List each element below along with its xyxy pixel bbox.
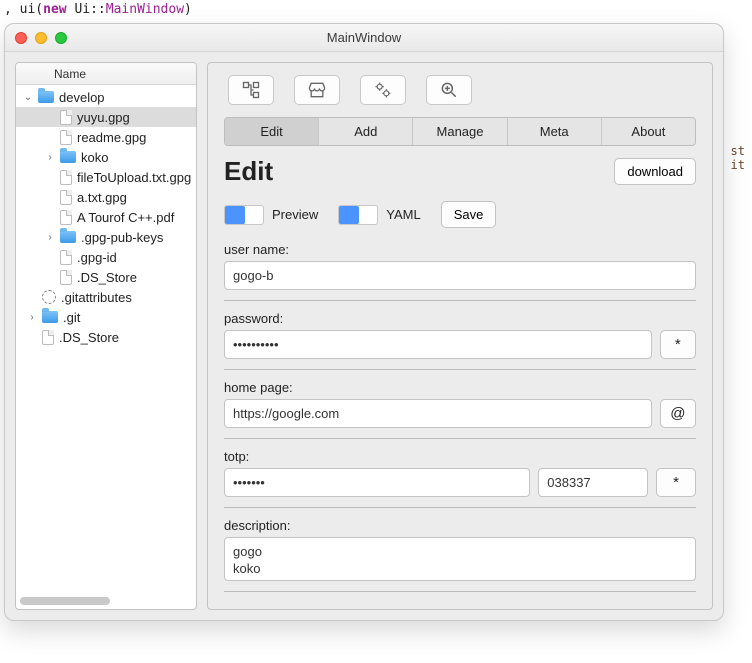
editor-code-line: , ui(new Ui::MainWindow) — [0, 0, 752, 19]
main-window: MainWindow Name ⌄ develop yuyu.gpg — [4, 23, 724, 621]
username-label: user name: — [224, 242, 696, 257]
file-icon — [42, 330, 54, 345]
divider — [224, 300, 696, 301]
divider — [224, 369, 696, 370]
search-icon — [439, 80, 459, 100]
page-title: Edit — [224, 156, 273, 187]
username-input[interactable] — [224, 261, 696, 290]
tree-file[interactable]: .DS_Store — [16, 267, 196, 287]
description-input[interactable]: gogo koko — [224, 537, 696, 581]
totp-label: totp: — [224, 449, 696, 464]
folder-icon — [38, 91, 54, 103]
file-icon — [60, 110, 72, 125]
tree-file[interactable]: A Tourof C++.pdf — [16, 207, 196, 227]
totp-secret-input[interactable] — [224, 468, 530, 497]
folder-icon — [60, 151, 76, 163]
folder-icon — [60, 231, 76, 243]
file-icon — [60, 130, 72, 145]
divider — [224, 438, 696, 439]
chevron-down-icon[interactable]: ⌄ — [22, 92, 34, 103]
file-tree[interactable]: ⌄ develop yuyu.gpg readme.gpg — [16, 85, 196, 347]
yaml-toggle-label: YAML — [386, 207, 420, 222]
tab-bar: Edit Add Manage Meta About — [224, 117, 696, 146]
gear-icon — [42, 290, 56, 304]
password-label: password: — [224, 311, 696, 326]
toolbar-search-button[interactable] — [426, 75, 472, 105]
zoom-window-icon[interactable] — [55, 32, 67, 44]
totp-reveal-button[interactable]: * — [656, 468, 696, 497]
main-panel: Edit Add Manage Meta About Edit download… — [207, 62, 713, 610]
tree-header-name[interactable]: Name — [16, 63, 196, 85]
tree-folder[interactable]: › koko — [16, 147, 196, 167]
file-icon — [60, 190, 72, 205]
homepage-input[interactable] — [224, 399, 652, 428]
save-button[interactable]: Save — [441, 201, 497, 228]
tree-file[interactable]: yuyu.gpg — [16, 107, 196, 127]
divider — [224, 591, 696, 592]
file-icon — [60, 270, 72, 285]
tree-file[interactable]: .DS_Store — [16, 327, 196, 347]
password-reveal-button[interactable]: * — [660, 330, 696, 359]
password-input[interactable] — [224, 330, 652, 359]
titlebar[interactable]: MainWindow — [5, 24, 723, 52]
divider — [224, 507, 696, 508]
file-icon — [60, 250, 72, 265]
tree-folder[interactable]: › .git — [16, 307, 196, 327]
chevron-right-icon[interactable]: › — [44, 232, 56, 243]
tree-file[interactable]: .gpg-id — [16, 247, 196, 267]
store-icon — [307, 80, 327, 100]
toolbar-settings-button[interactable] — [360, 75, 406, 105]
tab-meta[interactable]: Meta — [508, 118, 602, 145]
folder-icon — [42, 311, 58, 323]
tab-add[interactable]: Add — [319, 118, 413, 145]
toolbar — [224, 75, 696, 105]
tree-file[interactable]: a.txt.gpg — [16, 187, 196, 207]
tab-edit[interactable]: Edit — [225, 118, 319, 145]
toolbar-store-button[interactable] — [294, 75, 340, 105]
gears-icon — [373, 80, 393, 100]
tree-file[interactable]: fileToUpload.txt.gpg — [16, 167, 196, 187]
preview-toggle-label: Preview — [272, 207, 318, 222]
close-icon[interactable] — [15, 32, 27, 44]
minimize-icon[interactable] — [35, 32, 47, 44]
download-button[interactable]: download — [614, 158, 696, 185]
tree-file[interactable]: readme.gpg — [16, 127, 196, 147]
file-icon — [60, 170, 72, 185]
tree-folder-develop[interactable]: ⌄ develop — [16, 87, 196, 107]
yaml-toggle[interactable] — [338, 205, 378, 225]
tree-folder[interactable]: › .gpg-pub-keys — [16, 227, 196, 247]
window-title: MainWindow — [5, 30, 723, 45]
tab-about[interactable]: About — [602, 118, 695, 145]
totp-code-input[interactable] — [538, 468, 648, 497]
file-tree-sidebar: Name ⌄ develop yuyu.gpg readme.gpg — [15, 62, 197, 610]
preview-toggle[interactable] — [224, 205, 264, 225]
editor-gutter: st it — [731, 144, 745, 172]
tab-manage[interactable]: Manage — [413, 118, 507, 145]
tree-file[interactable]: .gitattributes — [16, 287, 196, 307]
toolbar-tree-button[interactable] — [228, 75, 274, 105]
horizontal-scrollbar[interactable] — [20, 597, 110, 605]
chevron-right-icon[interactable]: › — [44, 152, 56, 163]
tree-icon — [241, 80, 261, 100]
description-label: description: — [224, 518, 696, 533]
chevron-right-icon[interactable]: › — [26, 312, 38, 323]
file-icon — [60, 210, 72, 225]
homepage-label: home page: — [224, 380, 696, 395]
homepage-open-button[interactable]: @ — [660, 399, 696, 428]
